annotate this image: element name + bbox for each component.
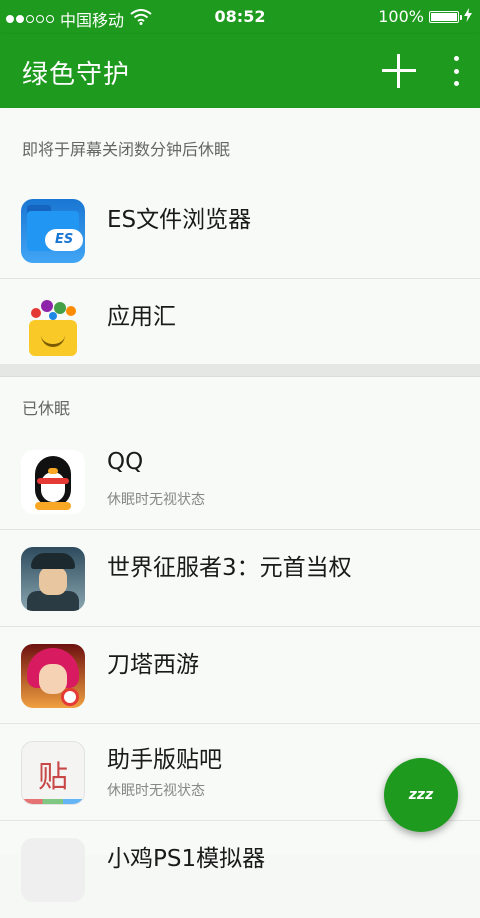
xiaoji-ps1-icon <box>21 838 85 902</box>
charging-icon <box>464 7 472 26</box>
pending-section: 即将于屏幕关闭数分钟后休眠 ES ES文件浏览器 应用汇 <box>0 108 480 364</box>
sleep-zzz-icon: zzz <box>408 787 434 803</box>
app-bar: 绿色守护 <box>0 34 480 108</box>
yingyonghui-icon <box>21 296 85 360</box>
daota-xiyou-icon <box>21 644 85 708</box>
app-name: 世界征服者3：元首当权 <box>107 555 352 581</box>
es-file-explorer-icon: ES <box>21 199 85 263</box>
app-name: 助手版贴吧 <box>107 747 222 773</box>
hibernate-now-button[interactable]: zzz <box>384 758 458 832</box>
app-name: ES文件浏览器 <box>107 207 252 233</box>
app-name: 应用汇 <box>107 304 176 330</box>
app-name: QQ <box>107 449 144 475</box>
battery-icon <box>429 10 462 23</box>
add-app-button[interactable] <box>380 52 418 90</box>
app-row-es-file-explorer[interactable]: ES ES文件浏览器 <box>0 182 480 279</box>
app-row-daota-xiyou[interactable]: 刀塔西游 <box>0 627 480 724</box>
app-row-yingyonghui[interactable]: 应用汇 <box>0 279 480 376</box>
app-status: 休眠时无视状态 <box>107 783 205 799</box>
status-right: 100% <box>378 7 472 26</box>
status-bar: 中国移动 08:52 100% <box>0 0 480 34</box>
world-conqueror-3-icon <box>21 547 85 611</box>
app-row-xiaoji-ps1[interactable]: 小鸡PS1模拟器 <box>0 821 480 918</box>
more-vert-icon <box>453 56 459 61</box>
app-name: 小鸡PS1模拟器 <box>107 846 266 872</box>
app-name: 刀塔西游 <box>107 652 199 678</box>
battery-percent: 100% <box>378 7 424 26</box>
app-title: 绿色守护 <box>22 60 131 90</box>
tieba-icon: 贴 <box>21 741 85 805</box>
app-row-qq[interactable]: QQ 休眠时无视状态 <box>0 433 480 530</box>
section-divider <box>0 364 480 376</box>
more-options-button[interactable] <box>446 56 466 86</box>
qq-penguin-icon <box>21 450 85 514</box>
app-row-world-conqueror-3[interactable]: 世界征服者3：元首当权 <box>0 530 480 627</box>
section-header-hibernated: 已休眠 <box>22 399 71 418</box>
app-status: 休眠时无视状态 <box>107 492 205 508</box>
section-header-pending: 即将于屏幕关闭数分钟后休眠 <box>22 140 231 159</box>
